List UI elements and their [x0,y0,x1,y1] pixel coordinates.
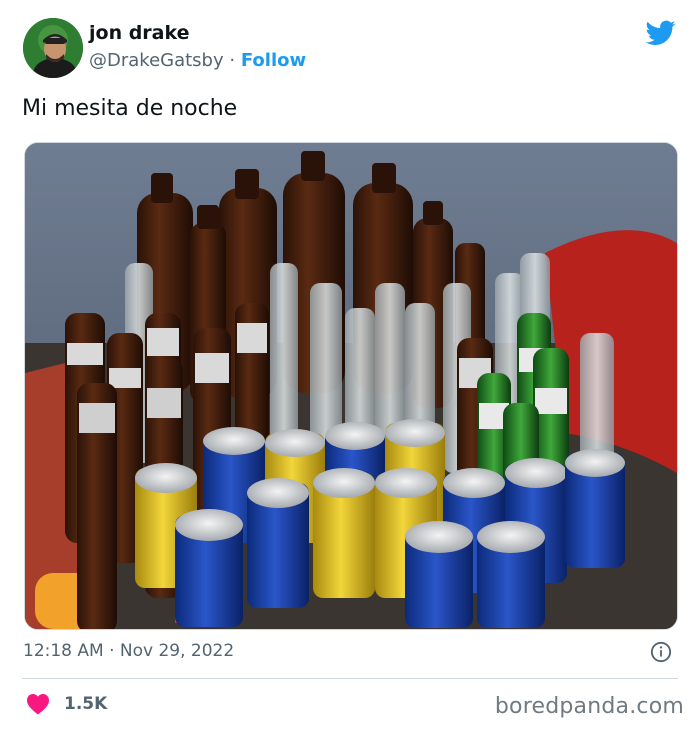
twitter-bird-icon[interactable] [646,20,676,46]
divider [22,678,678,679]
follow-button[interactable]: Follow [241,50,306,71]
like-count: 1.5K [64,694,108,714]
like-action[interactable]: 1.5K [26,693,107,715]
user-handle[interactable]: @DrakeGatsby [89,50,224,71]
tweet-timestamp[interactable]: 12:18 AM · Nov 29, 2022 [23,641,234,661]
heart-icon[interactable] [26,693,50,715]
watermark: boredpanda.com [494,694,684,719]
avatar[interactable] [23,18,83,78]
info-icon[interactable] [650,641,672,663]
tweet-photo[interactable] [24,142,678,630]
tweet-text: Mi mesita de noche [22,96,238,121]
display-name[interactable]: jon drake [89,22,190,44]
handle-row: @DrakeGatsby · Follow [89,50,306,71]
separator: · [229,50,236,71]
